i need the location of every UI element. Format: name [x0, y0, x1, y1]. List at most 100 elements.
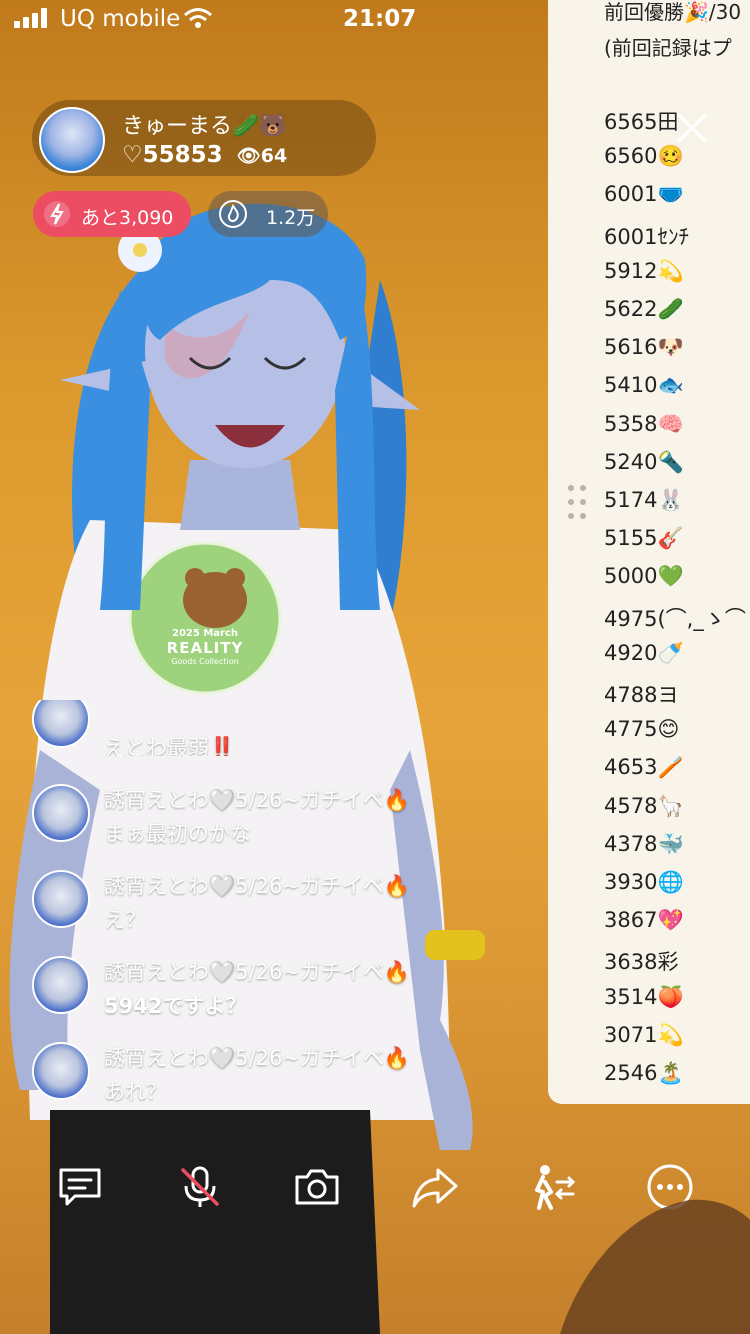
chat-username[interactable]: 誘宵えとわ🤍5/26~ガチイベ🔥 [104, 784, 410, 814]
ranking-entry: 4975(⌒,_ゝ⌒ [604, 603, 746, 633]
ranking-score: 3071 [604, 1022, 658, 1047]
chat-message-text: え？ [104, 908, 146, 932]
ranking-entry: 5622🥒 [604, 297, 684, 322]
ranking-tag: 彩 [657, 950, 679, 975]
ranking-tag: 🐶 [657, 335, 684, 360]
ranking-tag: 💚 [657, 564, 684, 589]
ranking-tag: 🦙 [657, 793, 684, 818]
ranking-entry: 5410🐟 [604, 373, 684, 398]
host-stats: ♡55853 👁64 [122, 142, 287, 168]
ranking-score: 5240 [604, 449, 658, 474]
ranking-score: 5358 [604, 411, 658, 436]
ranking-tag: (⌒,_ゝ⌒ [657, 606, 746, 631]
ranking-entry: 4775😊 [604, 717, 679, 741]
ranking-entry: 5358🧠 [604, 412, 684, 437]
shirt-badge-line3: Goods Collection [171, 657, 239, 666]
ranking-entry: 3514🍑 [604, 985, 684, 1010]
ranking-tag: ｾﾝﾁ [657, 224, 689, 249]
chat-username[interactable]: 誘宵えとわ🤍5/26~ガチイベ🔥 [104, 956, 410, 986]
host-name: きゅーまる🥒🐻 [122, 114, 287, 139]
points-remaining-label: あと3,090 [81, 207, 174, 229]
viewer-count: 👁64 [236, 145, 288, 167]
drag-handle-icon[interactable] [566, 483, 588, 523]
ranking-score: 4775 [604, 717, 658, 742]
chat-avatar[interactable] [32, 700, 90, 748]
ranking-entry: 5155🎸 [604, 526, 684, 551]
ranking-score: 2546 [604, 1061, 658, 1085]
chat-icon[interactable] [55, 1162, 105, 1212]
shirt-badge: 2025 March REALITY Goods Collection [150, 628, 260, 666]
ranking-entry: 6001🩲 [604, 182, 684, 207]
chat-avatar[interactable] [32, 1042, 90, 1100]
clock: 21:07 [343, 6, 417, 32]
ranking-tag: 🩲 [657, 182, 684, 207]
ranking-score: 3867 [604, 908, 658, 933]
chat-username[interactable]: 誘宵えとわ🤍5/26~ガチイベ🔥 [104, 870, 410, 900]
ranking-score: 6001 [604, 182, 658, 207]
ranking-score: 3930 [604, 870, 658, 894]
ranking-score: 3514 [604, 984, 658, 1009]
chat-message: えとわ最弱‼️ [32, 700, 432, 756]
ranking-tag: 🪥 [657, 755, 684, 780]
lightning-icon [44, 201, 70, 227]
ranking-entry: 2546🏝️ [604, 1061, 684, 1086]
ranking-tag: 🌐 [657, 870, 684, 894]
chat-username[interactable]: 誘宵えとわ🤍5/26~ガチイベ🔥 [104, 1042, 410, 1072]
ranking-tag: 🐳 [657, 831, 684, 856]
chat-avatar[interactable] [32, 870, 90, 928]
wifi-icon [184, 8, 212, 28]
ranking-entry: 5912💫 [604, 259, 684, 284]
signal-icon [14, 8, 48, 28]
ranking-score: 4378 [604, 831, 658, 856]
points-remaining-badge[interactable]: あと3,090 [33, 191, 191, 237]
ranking-tag: 🍑 [657, 984, 684, 1009]
ranking-entry: 4378🐳 [604, 832, 684, 857]
ranking-entry: 5000💚 [604, 564, 684, 589]
mic-muted-icon[interactable] [175, 1162, 225, 1212]
ranking-entry: 5240🔦 [604, 450, 684, 475]
close-icon[interactable] [672, 108, 712, 148]
ranking-tag: 🎸 [657, 526, 684, 551]
ranking-score: 4578 [604, 793, 658, 818]
chat-avatar[interactable] [32, 956, 90, 1014]
flame-icon [219, 200, 247, 228]
ranking-score: 5912 [604, 258, 658, 283]
shirt-badge-line1: 2025 March [172, 628, 238, 639]
ranking-score: 4975 [604, 606, 658, 631]
carrier-name: UQ mobile [60, 6, 181, 32]
ranking-panel[interactable]: 前回優勝🎉/30 (前回記録はプ 6565田 6560🥴 6001🩲 6001ｾﾝﾁ 5… [548, 0, 750, 1104]
ranking-tag: 🍼 [657, 640, 684, 665]
ranking-entry: 4788ヨ [604, 679, 678, 709]
background-rock [560, 1199, 750, 1334]
ranking-score: 4653 [604, 755, 658, 780]
ranking-entry: 4578🦙 [604, 794, 684, 819]
fans-count: 1.2万 [266, 207, 316, 229]
shirt-badge-line2: REALITY [166, 639, 244, 657]
likes-count: ♡55853 [122, 142, 223, 168]
ranking-entry: 6565田 [604, 106, 678, 136]
ranking-tag: 🧠 [657, 411, 684, 436]
ranking-entry: 4653🪥 [604, 755, 684, 780]
chat-message-text: まぁ最初のかな [104, 822, 251, 846]
ranking-score: 6560 [604, 144, 658, 169]
ranking-score: 5174 [604, 488, 658, 512]
chat-avatar[interactable] [32, 784, 90, 842]
host-profile-card[interactable]: きゅーまる🥒🐻 ♡55853 👁64 [32, 100, 376, 176]
ranking-score: 6565 [604, 110, 658, 134]
ranking-entry: 3930🌐 [604, 870, 684, 895]
ranking-tag: 🔦 [657, 449, 684, 474]
ranking-entry: 5616🐶 [604, 335, 684, 360]
fans-badge[interactable]: 1.2万 [208, 191, 328, 237]
chat-message-text: えとわ最弱‼️ [104, 736, 236, 756]
ranking-header-line1: 前回優勝🎉/30 [604, 0, 742, 24]
camera-icon[interactable] [292, 1162, 342, 1212]
ranking-score: 4788 [604, 683, 658, 707]
ranking-tag: 💖 [657, 908, 684, 933]
ranking-tag: 🐟 [657, 373, 684, 398]
share-icon[interactable] [410, 1162, 460, 1212]
ranking-header-line2: (前回記録はプ [604, 36, 732, 60]
ranking-entry: 5174🐰 [604, 488, 684, 513]
host-avatar[interactable] [39, 107, 105, 173]
ranking-tag: 💫 [657, 1022, 684, 1047]
ranking-score: 4920 [604, 640, 658, 665]
